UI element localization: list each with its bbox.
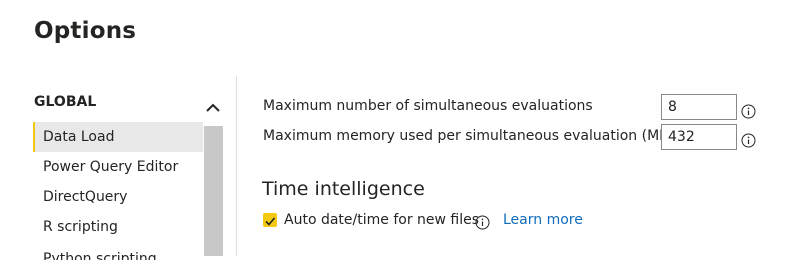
max-evaluations-label: Maximum number of simultaneous evaluatio…	[263, 98, 593, 114]
info-icon[interactable]	[741, 104, 756, 119]
info-icon[interactable]	[475, 215, 490, 230]
max-evaluations-input[interactable]	[661, 94, 737, 120]
panel-divider	[236, 76, 237, 256]
sidebar-heading-global: GLOBAL	[34, 94, 97, 110]
learn-more-link[interactable]: Learn more	[503, 212, 583, 228]
sidebar-scrollbar[interactable]	[203, 86, 223, 256]
auto-datetime-label[interactable]: Auto date/time for new files	[284, 212, 479, 228]
info-icon[interactable]	[741, 133, 756, 148]
checkmark-icon	[265, 217, 276, 226]
scroll-thumb[interactable]	[204, 126, 223, 256]
auto-datetime-checkbox[interactable]	[263, 213, 277, 227]
scroll-up-button[interactable]	[203, 98, 223, 116]
chevron-up-icon	[206, 103, 220, 112]
sidebar-item-power-query-editor[interactable]: Power Query Editor	[33, 152, 203, 182]
time-intelligence-heading: Time intelligence	[262, 178, 425, 200]
max-memory-label: Maximum memory used per simultaneous eva…	[263, 128, 675, 144]
sidebar-item-directquery[interactable]: DirectQuery	[33, 182, 203, 212]
options-title: Options	[34, 18, 137, 44]
sidebar-nav: Data Load Power Query Editor DirectQuery…	[33, 122, 203, 260]
sidebar-item-data-load[interactable]: Data Load	[33, 122, 203, 152]
sidebar-item-python-scripting[interactable]: Python scripting	[33, 242, 203, 260]
max-memory-input[interactable]	[661, 124, 737, 150]
sidebar-item-r-scripting[interactable]: R scripting	[33, 212, 203, 242]
